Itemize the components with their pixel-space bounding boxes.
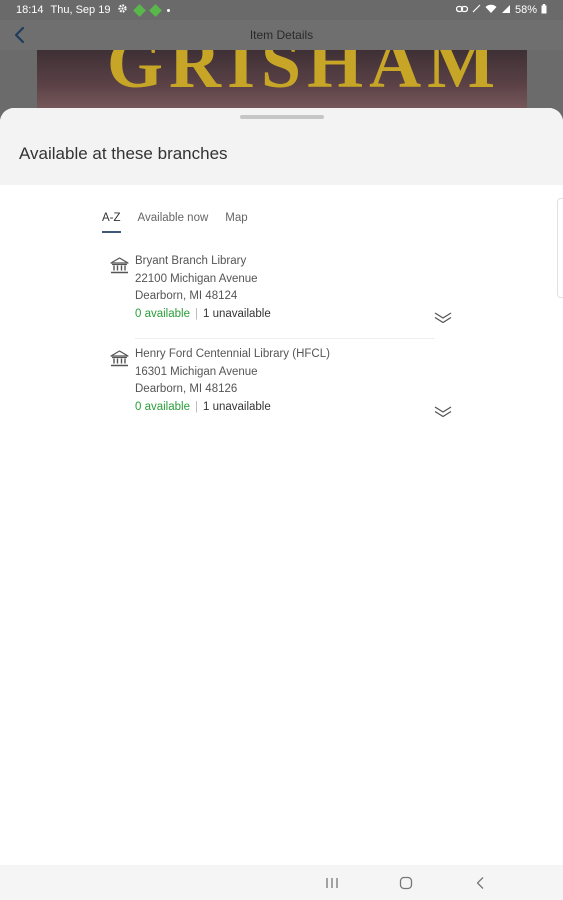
app-notification-icon [149, 3, 163, 17]
branch-address: 22100 Michigan Avenue [135, 272, 258, 285]
list-divider [135, 338, 435, 339]
branch-name: Bryant Branch Library [135, 255, 247, 267]
sheet-title: Available at these branches [19, 144, 228, 163]
signal-icon [501, 4, 511, 17]
branch-list-item[interactable]: Bryant Branch Library 22100 Michigan Ave… [110, 253, 455, 325]
branch-list-item[interactable]: Henry Ford Centennial Library (HFCL) 163… [110, 346, 455, 418]
available-count: 0 available [135, 307, 190, 320]
settings-gear-icon [117, 3, 128, 17]
system-nav-bar [0, 865, 563, 900]
chevron-left-icon [14, 26, 25, 44]
system-back-button[interactable] [470, 873, 490, 893]
available-count: 0 available [135, 400, 190, 413]
status-bar: 18:14 Thu, Sep 19 58% [0, 0, 563, 20]
home-icon [399, 876, 413, 890]
expand-chevrons-icon[interactable] [433, 405, 453, 419]
recent-apps-button[interactable] [322, 873, 342, 893]
home-button[interactable] [396, 873, 416, 893]
status-date: Thu, Sep 19 [50, 4, 111, 16]
status-separator: | [194, 307, 198, 320]
library-building-icon [110, 350, 129, 367]
unavailable-count: 1 unavailable [202, 400, 271, 413]
wifi-icon [485, 4, 497, 17]
sheet-drag-handle[interactable] [240, 115, 324, 119]
tab-a-z[interactable]: A-Z [102, 212, 121, 233]
cover-title-text: GRISHAM [107, 50, 502, 103]
sheet-header: Available at these branches [0, 108, 563, 185]
side-scroll-tab[interactable] [557, 198, 563, 298]
filter-tabs: A-Z Available now Map [102, 212, 248, 233]
app-notification-icon [133, 3, 147, 17]
branch-address: 16301 Michigan Avenue [135, 365, 258, 378]
link-icon [455, 4, 469, 16]
back-button[interactable] [8, 24, 30, 46]
recent-apps-icon [326, 878, 338, 888]
book-cover-image: GRISHAM [37, 50, 527, 112]
branch-city: Dearborn, MI 48124 [135, 290, 238, 302]
app-header: Item Details [0, 20, 563, 50]
battery-text: 58% [514, 4, 537, 16]
back-arrow-icon [476, 877, 484, 889]
tab-available-now[interactable]: Available now [138, 212, 209, 233]
branches-bottom-sheet: Available at these branches A-Z Availabl… [0, 108, 563, 865]
mute-icon [472, 4, 481, 16]
status-separator: | [194, 400, 198, 413]
tab-map[interactable]: Map [225, 212, 247, 233]
expand-chevrons-icon[interactable] [433, 311, 453, 325]
branch-name: Henry Ford Centennial Library (HFCL) [135, 348, 330, 360]
more-notifications-icon [167, 8, 171, 12]
status-time: 18:14 [16, 4, 44, 16]
battery-icon [541, 3, 547, 17]
branch-city: Dearborn, MI 48126 [135, 383, 238, 395]
unavailable-count: 1 unavailable [202, 307, 271, 320]
library-building-icon [110, 257, 129, 274]
page-title: Item Details [249, 28, 314, 42]
